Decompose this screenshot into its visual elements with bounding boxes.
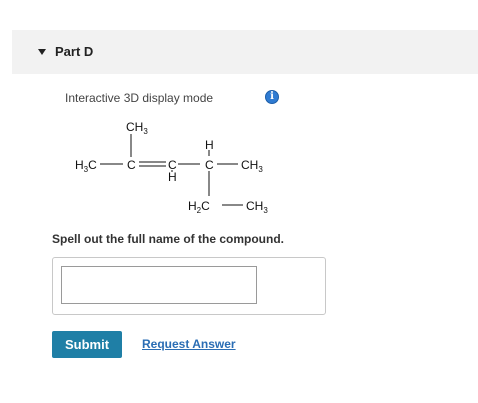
label-h-below: H xyxy=(168,170,177,184)
label-ch3-top: CH3 xyxy=(126,120,148,136)
label-h3c-left: H3C xyxy=(75,158,97,174)
display-mode-label: Interactive 3D display mode xyxy=(65,91,214,105)
answer-frame xyxy=(52,257,326,315)
label-h-above: H xyxy=(205,138,214,152)
chemical-structure: CH3 H3C C C H H C CH3 H2C CH3 xyxy=(75,120,268,215)
label-h2c-branch: H2C xyxy=(188,199,210,215)
answer-input[interactable] xyxy=(61,266,257,304)
label-c-left: C xyxy=(127,158,136,172)
info-icon[interactable]: i xyxy=(265,90,279,104)
submit-button[interactable]: Submit xyxy=(52,331,122,358)
caret-down-icon[interactable] xyxy=(38,49,46,55)
part-header[interactable]: Part D xyxy=(12,30,478,74)
question-prompt: Spell out the full name of the compound. xyxy=(52,232,284,246)
request-answer-link[interactable]: Request Answer xyxy=(142,337,236,351)
label-ch3-right: CH3 xyxy=(241,158,263,174)
label-c-right: C xyxy=(205,158,214,172)
part-title: Part D xyxy=(55,44,94,59)
label-ch3-branch: CH3 xyxy=(246,199,268,215)
